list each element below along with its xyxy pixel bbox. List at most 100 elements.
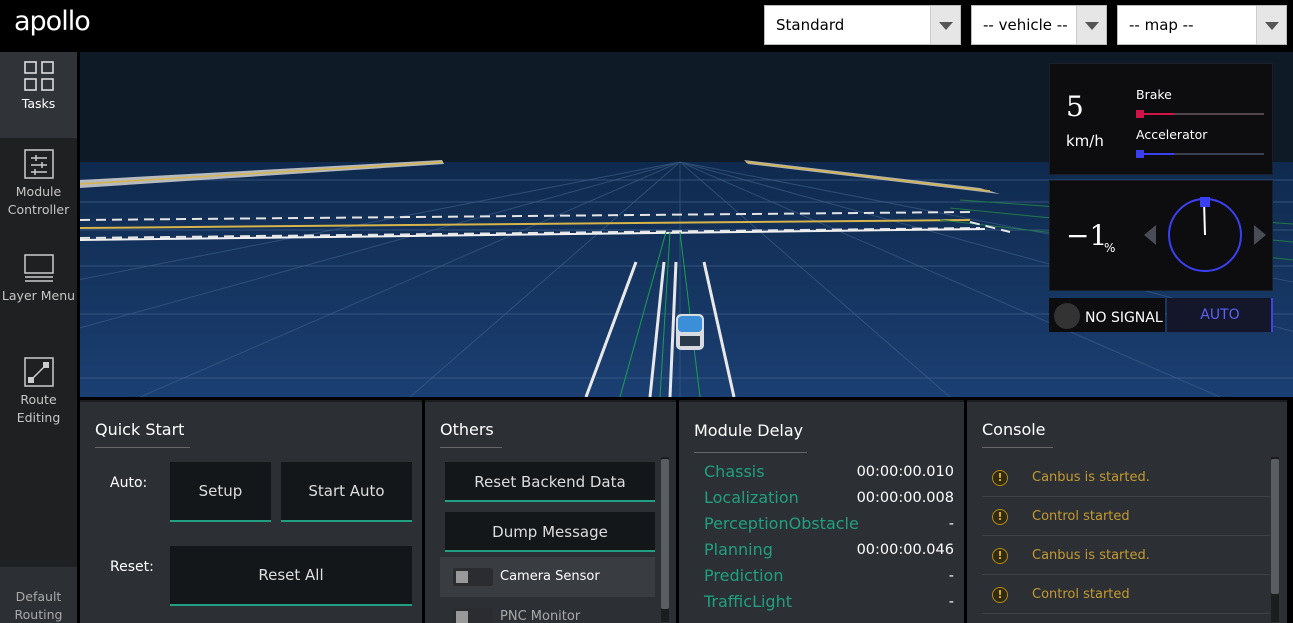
title-underline	[440, 447, 502, 448]
console-message: ! Canbus is started.	[982, 458, 1270, 497]
module-name: TrafficLight	[704, 592, 792, 611]
scrollbar-thumb[interactable]	[661, 459, 669, 609]
scrollbar[interactable]	[661, 457, 669, 622]
grid-icon	[23, 61, 54, 91]
module-delay-value: 00:00:00.008	[856, 490, 954, 506]
start-auto-button[interactable]: Start Auto	[281, 462, 412, 522]
reset-all-button[interactable]: Reset All	[170, 546, 412, 606]
map-select[interactable]: -- map --	[1117, 5, 1287, 45]
console-message-text: Canbus is started.	[1032, 548, 1150, 563]
console-message: ! Canbus is started.	[982, 536, 1270, 575]
steering-value: −1	[1066, 219, 1108, 252]
quick-start-panel: Quick Start Auto: Setup Start Auto Reset…	[80, 400, 422, 623]
layers-icon	[23, 254, 54, 282]
default-routing-button[interactable]: Default Routing	[0, 567, 77, 623]
module-delay-value: -	[948, 516, 954, 532]
scene-view[interactable]: 5 km/h Brake Accelerator −1 %	[80, 52, 1293, 397]
sidebar-item-label: Tasks	[21, 96, 56, 111]
toggle-label: Camera Sensor	[500, 569, 600, 584]
sidebar: Tasks Module Controller Layer Menu Route…	[0, 52, 77, 623]
driving-mode-indicator: AUTO	[1167, 298, 1273, 332]
signal-light-icon	[1054, 303, 1080, 329]
setup-button-label: Setup	[198, 482, 243, 500]
toggle-switch[interactable]	[453, 608, 493, 623]
brake-meter	[1136, 110, 1264, 118]
module-delay-row: Planning 00:00:00.046	[704, 540, 954, 566]
mode-select[interactable]: Standard	[764, 5, 961, 45]
reset-all-button-label: Reset All	[258, 566, 324, 584]
panel-title: Quick Start	[95, 420, 185, 439]
warning-icon: !	[992, 548, 1008, 564]
warning-icon: !	[992, 587, 1008, 603]
chevron-down-icon	[930, 6, 960, 44]
warning-icon: !	[992, 470, 1008, 486]
sidebar-item-label: Layer Menu	[1, 288, 76, 303]
sidebar-item-layer-menu[interactable]: Layer Menu	[0, 250, 77, 346]
sidebar-item-tasks[interactable]: Tasks	[0, 52, 77, 138]
reset-label: Reset:	[110, 559, 154, 575]
brake-label: Brake	[1136, 87, 1172, 102]
module-name: Planning	[704, 540, 773, 559]
panel-title: Module Delay	[694, 421, 804, 440]
steering-panel: −1 %	[1049, 180, 1273, 291]
module-delay-row: PerceptionObstacle -	[704, 514, 954, 540]
dump-message-button[interactable]: Dump Message	[445, 512, 655, 552]
console-message: ! Control started	[982, 497, 1270, 536]
top-bar: apollo Standard -- vehicle -- -- map --	[0, 0, 1293, 52]
signal-text: NO SIGNAL	[1085, 310, 1163, 326]
console-panel: Console ! Canbus is started. ! Control s…	[967, 400, 1287, 623]
steering-wheel-icon	[1144, 197, 1266, 272]
camera-sensor-toggle-row[interactable]: Camera Sensor	[440, 557, 655, 597]
chevron-down-icon	[1076, 6, 1106, 44]
sidebar-item-module-controller[interactable]: Module Controller	[0, 146, 77, 242]
module-delay-panel: Module Delay Chassis 00:00:00.010 Locali…	[679, 400, 964, 623]
console-message-text: Canbus is started.	[1032, 470, 1150, 485]
sidebar-item-route-editing[interactable]: Route Editing	[0, 354, 77, 450]
module-delay-value: 00:00:00.046	[856, 542, 954, 558]
scrollbar-thumb[interactable]	[1271, 459, 1279, 594]
accelerator-label: Accelerator	[1136, 127, 1208, 142]
toggle-label: PNC Monitor	[500, 609, 581, 623]
module-delay-row: Chassis 00:00:00.010	[704, 462, 954, 488]
ego-car	[676, 314, 704, 350]
reset-backend-data-button[interactable]: Reset Backend Data	[445, 462, 655, 502]
module-name: Chassis	[704, 462, 765, 481]
vehicle-select[interactable]: -- vehicle --	[971, 5, 1107, 45]
auto-label: Auto:	[110, 475, 148, 491]
title-underline	[95, 447, 190, 448]
warning-icon: !	[992, 509, 1008, 525]
others-panel: Others Reset Backend Data Dump Message C…	[425, 400, 676, 623]
module-delay-value: 00:00:00.010	[856, 464, 954, 480]
module-name: Prediction	[704, 566, 784, 585]
driving-mode-text: AUTO	[1200, 307, 1240, 323]
module-delay-row: Localization 00:00:00.008	[704, 488, 954, 514]
brake-knob	[1136, 110, 1144, 118]
map-select-value: -- map --	[1129, 16, 1194, 34]
mode-select-value: Standard	[776, 16, 845, 34]
panel-title: Console	[982, 420, 1046, 439]
module-delay-value: -	[948, 568, 954, 584]
scrollbar[interactable]	[1271, 457, 1279, 622]
sidebar-item-label: Module Controller	[7, 184, 70, 217]
accelerator-meter	[1136, 150, 1264, 158]
setup-button[interactable]: Setup	[170, 462, 271, 522]
steering-unit: %	[1104, 241, 1116, 255]
module-name: Localization	[704, 488, 799, 507]
toggle-knob	[456, 571, 468, 583]
chevron-down-icon	[1256, 6, 1286, 44]
apollo-logo: apollo	[14, 6, 91, 37]
sliders-icon	[23, 149, 54, 179]
toggle-switch[interactable]	[453, 568, 493, 586]
module-delay-row: TrafficLight -	[704, 592, 954, 618]
route-icon	[23, 357, 54, 387]
speed-value: 5	[1066, 90, 1084, 123]
accelerator-knob	[1136, 150, 1144, 158]
console-message: ! Control started	[982, 575, 1270, 614]
panel-title: Others	[440, 420, 494, 439]
turn-signal-indicator: NO SIGNAL	[1049, 298, 1165, 332]
console-message-text: Control started	[1032, 509, 1130, 524]
module-delay-value: -	[948, 594, 954, 610]
toggle-knob	[456, 611, 468, 623]
start-auto-button-label: Start Auto	[308, 482, 385, 500]
pnc-monitor-toggle-row[interactable]: PNC Monitor	[440, 597, 655, 623]
